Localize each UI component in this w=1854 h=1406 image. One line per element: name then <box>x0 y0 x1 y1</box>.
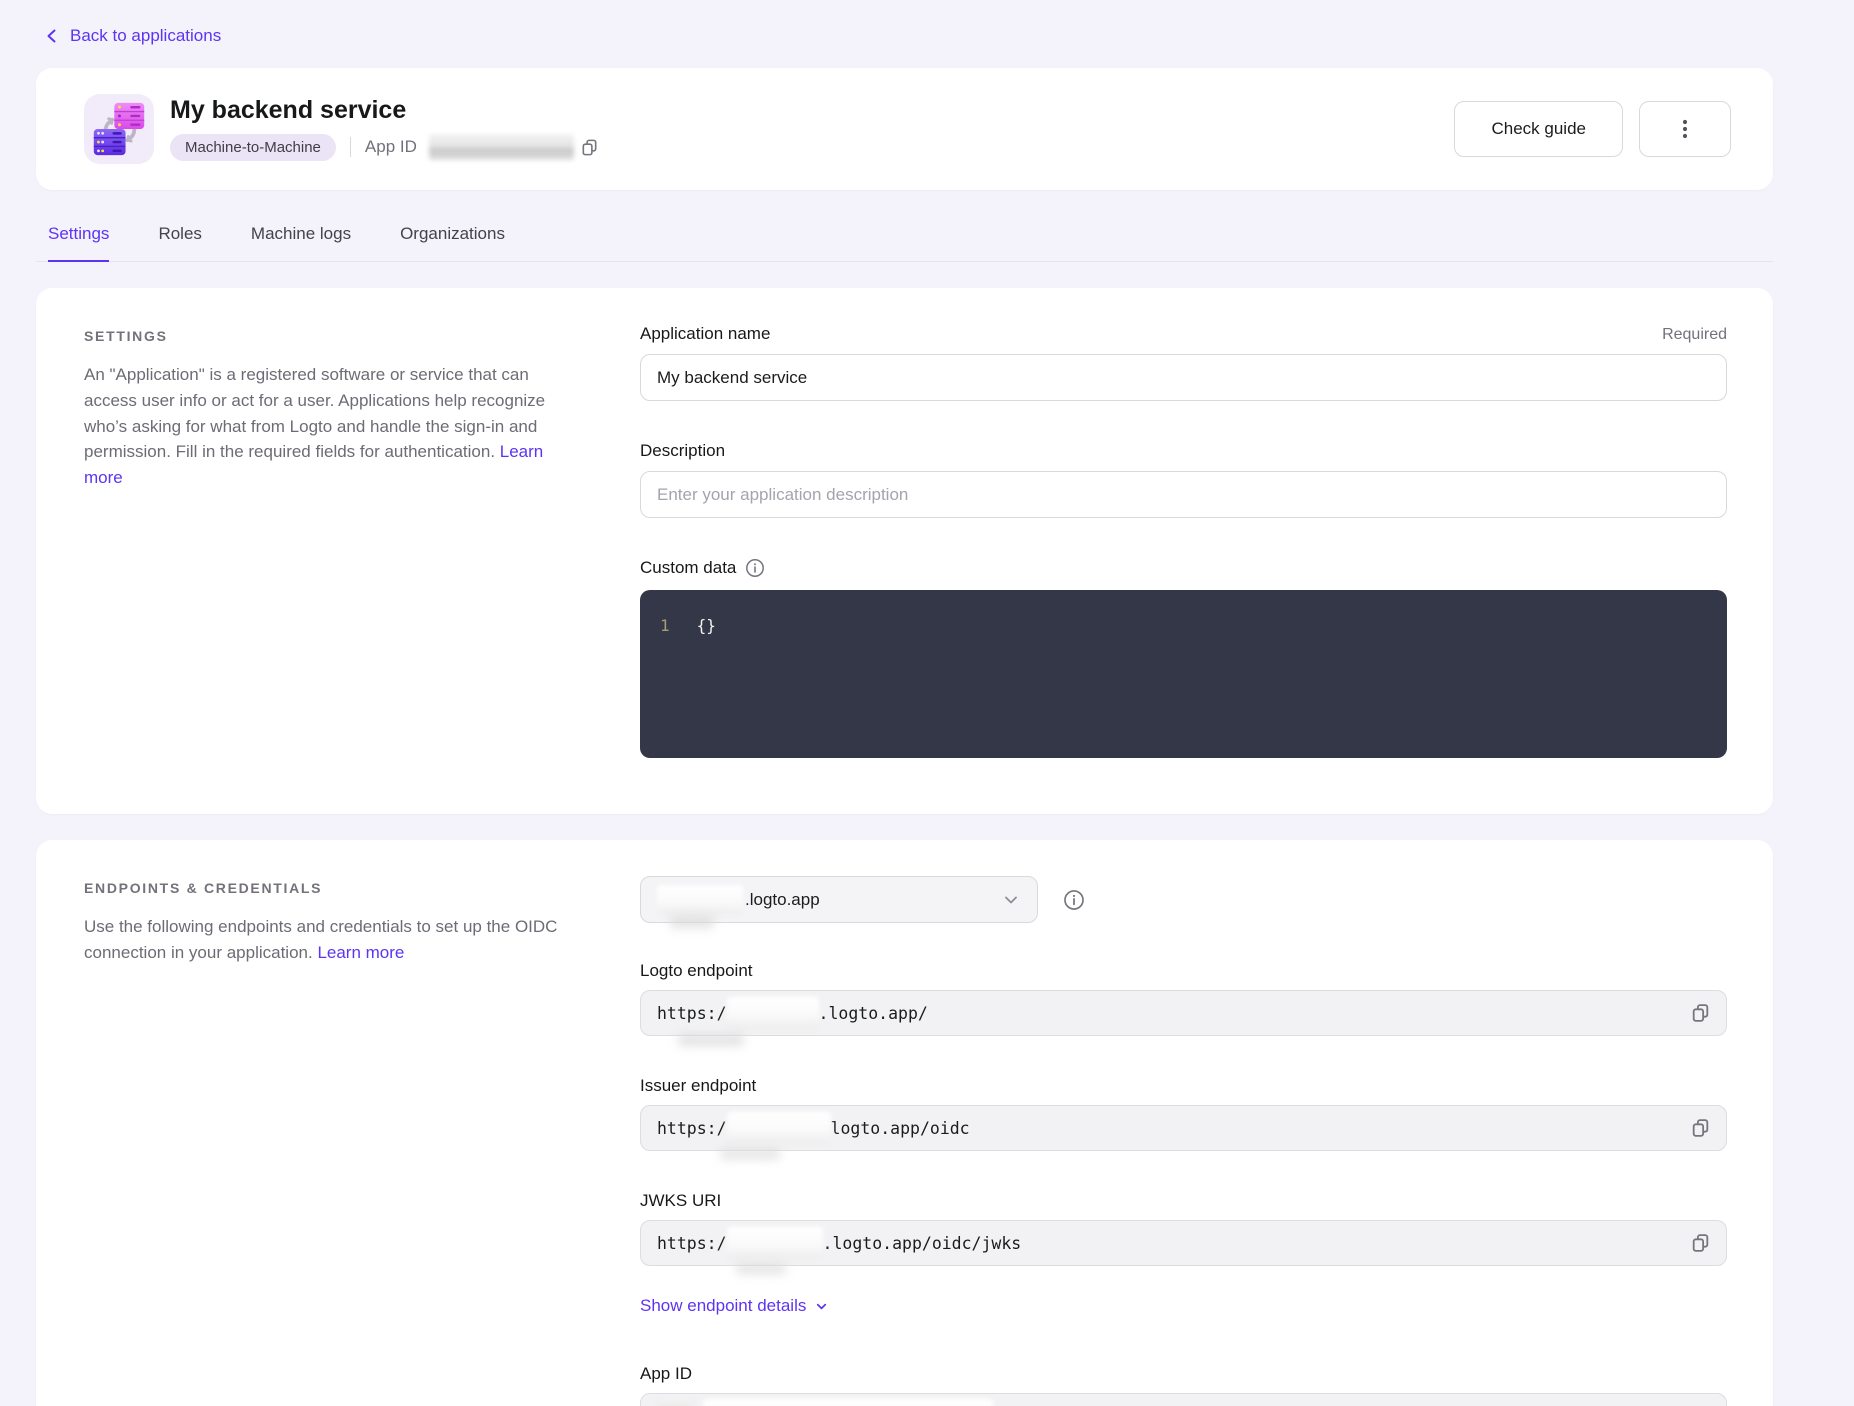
app-type-badge: Machine-to-Machine <box>170 134 336 161</box>
endpoints-section-description: Use the following endpoints and credenti… <box>84 914 566 966</box>
custom-data-field-group: Custom data 1 {} <box>640 558 1727 758</box>
tab-roles[interactable]: Roles <box>158 224 201 261</box>
redaction-artifact <box>736 1264 786 1274</box>
copy-jwks-uri-button[interactable] <box>1686 1229 1715 1258</box>
tab-machine-logs[interactable]: Machine logs <box>251 224 351 261</box>
application-name-input[interactable] <box>640 354 1727 401</box>
custom-domain-row: .logto.app <box>640 876 1727 923</box>
logto-endpoint-label: Logto endpoint <box>640 961 753 981</box>
redaction-artifact <box>720 1149 780 1159</box>
redacted-app-id-value <box>429 134 574 160</box>
jwks-uri-label: JWKS URI <box>640 1191 721 1211</box>
application-name-field-group: Application name Required <box>640 324 1727 401</box>
settings-section-card: SETTINGS An "Application" is a registere… <box>36 288 1773 814</box>
settings-section-description: An "Application" is a registered softwar… <box>84 362 566 491</box>
redacted-tenant-id <box>727 1112 831 1144</box>
copy-icon <box>1690 1003 1711 1024</box>
domain-select-value: .logto.app <box>745 890 820 910</box>
app-id-value <box>640 1393 1727 1406</box>
jwks-uri-value: https:/ .logto.app/oidc/jwks <box>640 1220 1727 1266</box>
info-icon <box>1063 889 1085 911</box>
app-id-field-label: App ID <box>640 1364 692 1384</box>
app-title: My backend service <box>170 97 603 125</box>
copy-icon <box>1690 1118 1711 1139</box>
endpoints-section-card: ENDPOINTS & CREDENTIALS Use the followin… <box>36 840 1773 1406</box>
custom-data-json-editor[interactable]: 1 {} <box>640 590 1727 758</box>
logto-endpoint-group: Logto endpoint https:/ .logto.app/ <box>640 961 1727 1036</box>
endpoints-section-title: ENDPOINTS & CREDENTIALS <box>84 880 640 896</box>
endpoint-prefix: https:/ <box>657 1234 727 1253</box>
chevron-down-icon <box>814 1299 829 1314</box>
machine-to-machine-app-icon <box>84 94 154 164</box>
redacted-app-id <box>657 1400 693 1406</box>
app-detail-tabs: Settings Roles Machine logs Organization… <box>36 224 1773 262</box>
required-indicator: Required <box>1662 326 1727 344</box>
redaction-artifact <box>678 1034 744 1046</box>
info-icon[interactable] <box>745 558 765 578</box>
issuer-endpoint-group: Issuer endpoint https:/ logto.app/oidc <box>640 1076 1727 1151</box>
app-id-label: App ID <box>365 137 417 157</box>
copy-issuer-endpoint-button[interactable] <box>1686 1114 1715 1143</box>
redacted-tenant-id <box>727 997 819 1029</box>
issuer-endpoint-value: https:/ logto.app/oidc <box>640 1105 1727 1151</box>
copy-icon <box>1690 1233 1711 1254</box>
copy-logto-endpoint-button[interactable] <box>1686 999 1715 1028</box>
endpoint-prefix: https:/ <box>657 1119 727 1138</box>
settings-section-title: SETTINGS <box>84 328 640 344</box>
issuer-endpoint-label: Issuer endpoint <box>640 1076 756 1096</box>
custom-data-label: Custom data <box>640 558 736 578</box>
endpoint-suffix: .logto.app/oidc/jwks <box>823 1234 1022 1253</box>
description-input[interactable] <box>640 471 1727 518</box>
logto-endpoint-value: https:/ .logto.app/ <box>640 990 1727 1036</box>
app-header-card: My backend service Machine-to-Machine Ap… <box>36 68 1773 190</box>
redacted-tenant-id <box>657 885 743 915</box>
endpoint-prefix: https:/ <box>657 1004 727 1023</box>
application-detail-page: Back to applications <box>0 0 1854 1406</box>
tab-settings[interactable]: Settings <box>48 224 109 262</box>
more-actions-button[interactable] <box>1639 101 1731 157</box>
back-to-applications-link[interactable]: Back to applications <box>36 22 1773 50</box>
show-endpoint-details-label: Show endpoint details <box>640 1296 806 1316</box>
application-name-label: Application name <box>640 324 770 344</box>
description-label: Description <box>640 441 725 461</box>
redacted-app-id <box>703 1399 993 1406</box>
redacted-tenant-id <box>727 1227 823 1259</box>
kebab-menu-icon <box>1676 118 1694 140</box>
chevron-left-icon <box>44 28 60 44</box>
description-field-group: Description <box>640 441 1727 518</box>
jwks-uri-group: JWKS URI https:/ .logto.app/oidc/jwks <box>640 1191 1727 1266</box>
copy-icon <box>580 138 599 157</box>
app-id-group: App ID <box>640 1364 1727 1406</box>
editor-code-content: {} <box>697 616 716 635</box>
check-guide-button[interactable]: Check guide <box>1454 101 1623 157</box>
domain-info-button[interactable] <box>1063 889 1085 911</box>
editor-line-number: 1 <box>660 616 670 635</box>
endpoint-suffix: .logto.app/ <box>819 1004 928 1023</box>
chevron-down-icon <box>1001 890 1021 910</box>
back-link-label: Back to applications <box>70 26 221 46</box>
redaction-artifact <box>670 916 714 928</box>
copy-app-id-button[interactable] <box>1686 1402 1715 1406</box>
endpoint-suffix: logto.app/oidc <box>831 1119 970 1138</box>
copy-app-id-button[interactable] <box>576 134 603 161</box>
meta-divider <box>350 137 351 157</box>
show-endpoint-details-toggle[interactable]: Show endpoint details <box>640 1296 829 1316</box>
tab-organizations[interactable]: Organizations <box>400 224 505 261</box>
endpoints-learn-more-link[interactable]: Learn more <box>317 943 404 962</box>
